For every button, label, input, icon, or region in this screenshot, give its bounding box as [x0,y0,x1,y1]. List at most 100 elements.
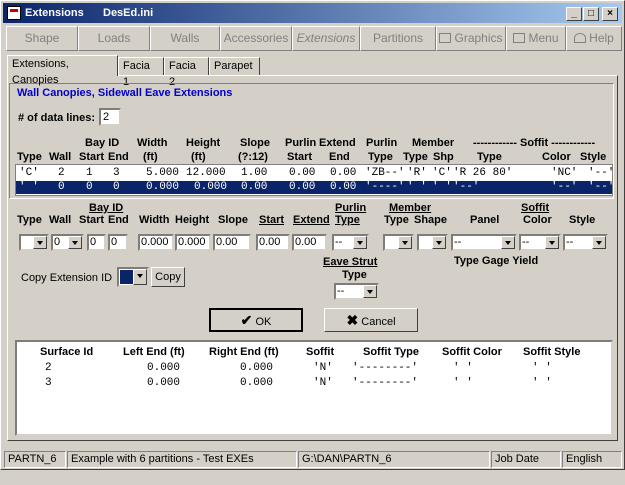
soffit-style-combo[interactable]: -- [563,234,608,251]
menu-toolbar: Shape Loads Walls Accessories Extensions… [3,26,622,52]
panel-combo[interactable]: -- [451,234,517,251]
edit-hdr-member: Member [389,202,432,214]
cell-soffit-style: ' ' [532,377,552,389]
eave-strut-combo[interactable]: -- [334,283,379,300]
menu-walls-button[interactable]: Walls [150,26,220,51]
menu-partitions-button[interactable]: Partitions [360,26,436,51]
menu-menu-button[interactable]: Menu [506,26,566,51]
status-language: English [562,451,622,468]
bay-end-input[interactable]: 0 [108,234,128,251]
hdr-width: Width [137,137,168,149]
edit-hdr-width: Width [139,214,170,226]
edit-hdr-purlin: Purlin [335,202,367,214]
cell-start: 1 [86,167,93,179]
tab-facia-1[interactable]: Facia 1 [118,57,164,88]
extension-list[interactable]: 'C' 2 1 3 5.000 12.000 1.00 0.00 0.00 'Z… [15,164,614,196]
member-shape-combo[interactable] [417,234,448,251]
bay-start-input[interactable]: 0 [87,234,106,251]
menu-loads-button[interactable]: Loads [78,26,150,51]
hdr-member-shp: Shp [433,151,454,163]
height-input[interactable]: 0.000 [175,234,211,251]
hdr-soffit-type: Type [477,151,502,163]
graphics-label: Graphics [454,31,503,45]
hdr-soffit: ------------ Soffit ------------ [473,137,596,149]
surface-table[interactable]: Surface Id Left End (ft) Right End (ft) … [15,340,613,436]
ok-button[interactable]: ✔ OK [209,308,303,332]
tab-extensions-canopies[interactable]: Extensions, Canopies [7,55,118,86]
extensions-window: Extensions DesEd.ini _ □ × Shape Loads W… [0,0,625,470]
cell-end: 3 [113,167,120,179]
tab-parapet[interactable]: Parapet [209,57,260,75]
chevron-down-icon [545,236,559,249]
cancel-button[interactable]: ✖ Cancel [324,308,418,332]
eave-strut-label: Eave Strut [323,256,378,268]
cell-left-end: 0.000 [147,362,181,374]
menu-shape-button[interactable]: Shape [6,26,78,51]
edit-hdr-purlin-type: Type [335,214,360,226]
edit-hdr-style: Style [569,214,596,226]
cell-type: ' ' [19,181,39,193]
hdr-soffit-style: Style [580,151,607,163]
menu-graphics-button[interactable]: Graphics [436,26,506,51]
width-input[interactable]: 0.000 [138,234,174,251]
edit-hdr-panel: Panel [470,214,500,226]
copy-button[interactable]: Copy [151,267,185,287]
menu-accessories-button[interactable]: Accessories [220,26,292,51]
chevron-down-icon [363,285,377,298]
cell-soffit-type: 'R 26 80' [453,167,513,179]
hdr-member-type: Type [403,151,428,163]
hdr-width-unit: (ft) [143,151,158,163]
edit-hdr-color: Color [523,214,552,226]
hdr-purlin2: Purlin [366,137,398,149]
wall-combo[interactable]: 0 [51,234,84,251]
list-row[interactable]: 'C' 2 1 3 5.000 12.000 1.00 0.00 0.00 'Z… [16,167,614,180]
cell-start: 0 [86,181,93,193]
chevron-down-icon [33,236,47,249]
table-row[interactable]: 3 0.000 0.000 'N' '--------' ' ' ' ' [17,377,607,390]
data-lines-input[interactable]: 2 [99,108,121,126]
selected-swatch [120,270,133,284]
cell-soffit-color: 'NC' [551,167,578,179]
slope-input[interactable]: 0.00 [213,234,251,251]
cell-member-shp: ' ' [432,181,452,193]
minimize-button[interactable]: _ [566,7,582,21]
hdr-purlin-start: Start [287,151,313,163]
tab-facia-2[interactable]: Facia 2 [164,57,209,88]
status-description: Example with 6 partitions - Test EXEs [67,451,297,468]
menu-extensions-button[interactable]: Extensions [292,26,360,51]
copy-extension-combo[interactable] [117,267,149,287]
list-row-selected[interactable]: ' ' 0 0 0 0.000 0.000 0.00 0.00 0.00 '--… [16,181,614,194]
menu-label: Menu [528,31,559,45]
cell-surface-id: 3 [45,377,52,389]
app-icon [7,6,21,20]
window-title: Extensions [25,7,84,19]
purlin-type-combo[interactable]: -- [332,234,369,251]
hdr-slope-unit: (?:12) [238,151,268,163]
chevron-down-icon [501,236,515,249]
cell-slope: 0.00 [241,181,268,193]
cell-soffit-style: ' ' [532,362,552,374]
extend-end-input[interactable]: 0.00 [292,234,327,251]
status-path: G:\DAN\PARTN_6 [298,451,490,468]
edit-hdr-start: Start [79,214,105,226]
status-job: PARTN_6 [4,451,66,468]
cell-soffit-color: '--' [551,181,578,193]
table-row[interactable]: 2 0.000 0.000 'N' '--------' ' ' ' ' [17,362,607,375]
col-left-end: Left End (ft) [123,346,185,358]
edit-hdr-shape: Shape [414,214,448,226]
member-type-combo[interactable] [383,234,414,251]
cell-purlin-start: 0.00 [289,181,316,193]
soffit-color-combo[interactable]: -- [519,234,561,251]
menu-help-button[interactable]: Help [566,26,622,51]
cell-height: 12.000 [186,167,226,179]
close-button[interactable]: × [602,7,618,21]
edit-hdr-type: Type [17,214,42,226]
maximize-button[interactable]: □ [583,7,599,21]
cell-soffit: 'N' [313,377,333,389]
cell-wall: 0 [58,181,65,193]
type-combo[interactable] [19,234,49,251]
cell-width: 5.000 [146,167,180,179]
purlin-start-input[interactable]: 0.00 [256,234,290,251]
chevron-down-icon [398,236,412,249]
hdr-purlin: Purlin [285,137,317,149]
